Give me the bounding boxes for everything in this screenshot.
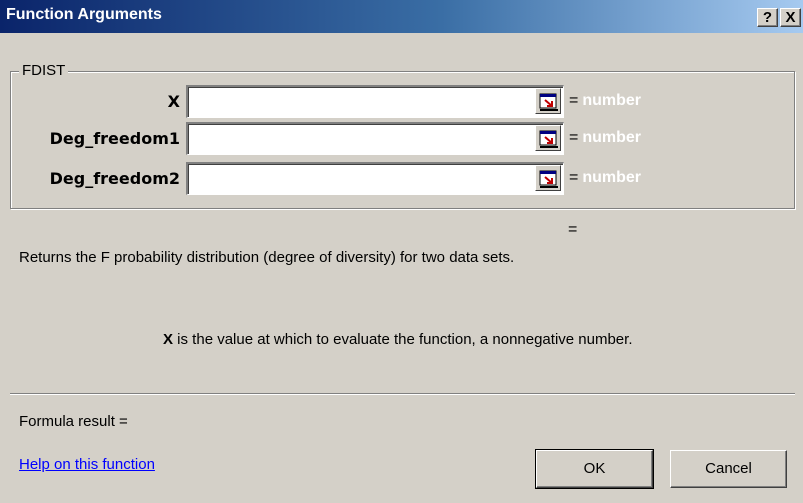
equals-sign: = [569,169,579,186]
equals-sign: = [569,92,579,109]
collapse-dialog-icon [539,130,558,148]
arg-result-deg-freedom2: = number [569,169,641,187]
collapse-dialog-button-deg-freedom2[interactable] [535,165,561,191]
argument-description: X is the value at which to evaluate the … [163,331,633,348]
arg-label-deg-freedom1: Deg_freedom1 [49,129,180,148]
argument-description-text: is the value at which to evaluate the fu… [173,331,633,348]
title-bar[interactable]: Function Arguments ? X [0,0,803,33]
help-button[interactable]: ? [757,8,778,27]
arg-input-x[interactable] [186,85,564,118]
separator [10,393,795,395]
cancel-button[interactable]: Cancel [670,450,787,488]
function-name: FDIST [19,62,69,79]
formula-result: Formula result = [19,413,128,430]
function-description: Returns the F probability distribution (… [19,249,515,266]
collapse-dialog-icon [539,170,558,188]
collapse-dialog-icon [539,93,558,111]
collapse-dialog-button-x[interactable] [535,88,561,114]
arg-hint-deg-freedom1: number [582,129,642,146]
function-result-equals: = [568,221,578,238]
arg-hint-x: number [582,92,642,109]
ok-button[interactable]: OK [535,449,654,489]
argument-description-name: X [163,331,174,348]
help-on-function-link[interactable]: Help on this function [19,456,155,473]
dialog-title: Function Arguments [6,6,162,23]
arg-label-x: X [167,92,180,111]
collapse-dialog-button-deg-freedom1[interactable] [535,125,561,151]
arg-input-deg-freedom1[interactable] [186,122,564,155]
arg-result-x: = number [569,92,641,110]
arg-label-deg-freedom2: Deg_freedom2 [49,169,180,188]
arg-hint-deg-freedom2: number [582,169,642,186]
function-arguments-dialog: Function Arguments ? X FDIST X = number D… [0,0,803,503]
arg-input-deg-freedom2[interactable] [186,162,564,195]
arg-result-deg-freedom1: = number [569,129,641,147]
equals-sign: = [569,129,579,146]
close-button[interactable]: X [780,8,801,27]
